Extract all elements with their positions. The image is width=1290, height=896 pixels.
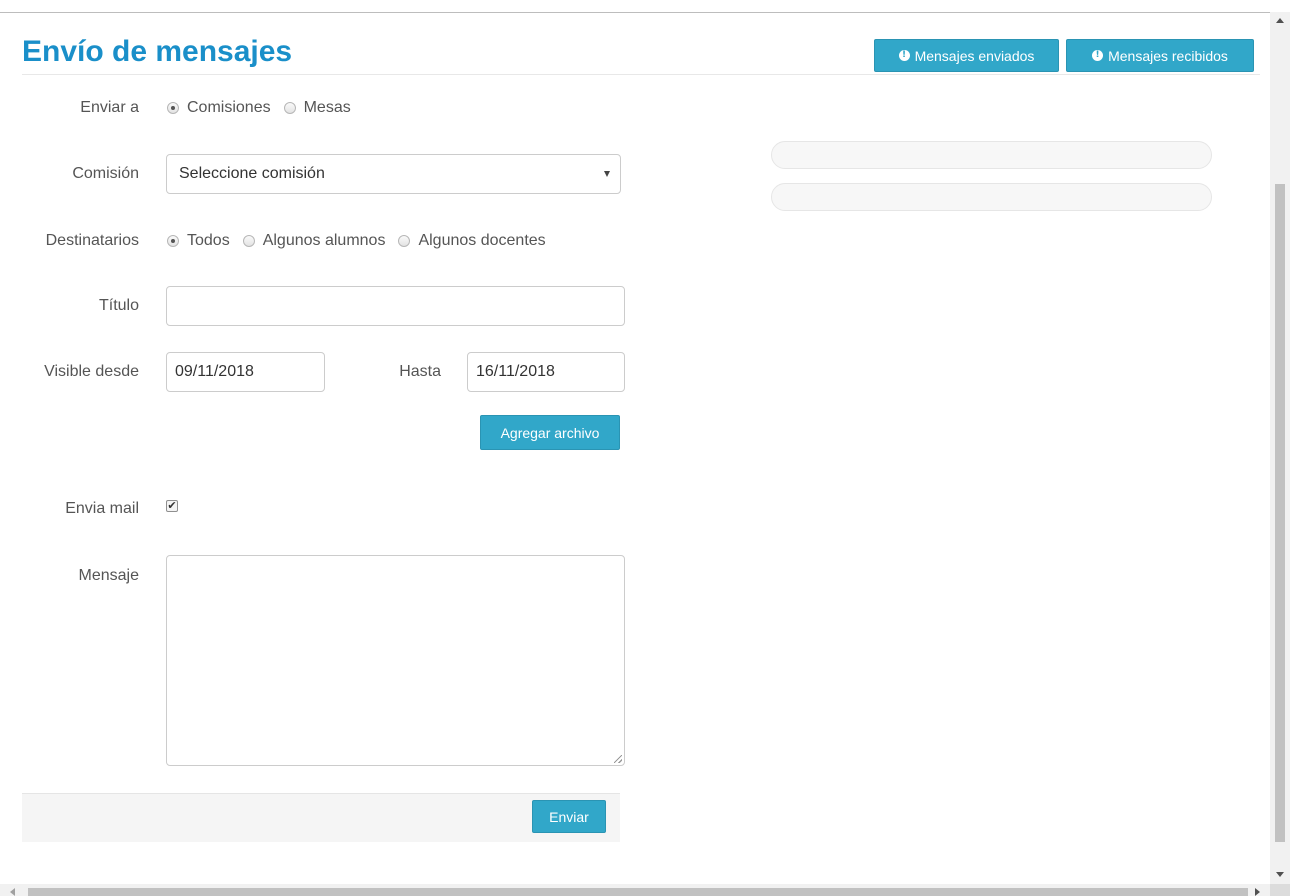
- recipients-option-label: Algunos docentes: [418, 232, 546, 249]
- recipients-option-some-students[interactable]: Algunos alumnos: [242, 231, 386, 251]
- send-to-label: Enviar a: [80, 99, 139, 116]
- header-divider: [22, 74, 1260, 75]
- sent-messages-button[interactable]: ! Mensajes enviados: [874, 39, 1059, 72]
- caret-down-icon: [604, 171, 610, 177]
- visible-from-label: Visible desde: [44, 363, 139, 380]
- right-panel-bar-2: [771, 183, 1212, 211]
- radio-selected-icon[interactable]: [167, 102, 179, 114]
- scroll-left-arrow-icon[interactable]: [10, 888, 15, 896]
- message-label: Mensaje: [78, 567, 139, 584]
- send-to-option-label: Comisiones: [187, 99, 271, 116]
- horizontal-scrollbar[interactable]: [0, 884, 1270, 896]
- message-textarea[interactable]: [166, 555, 625, 766]
- received-messages-button[interactable]: ! Mensajes recibidos: [1066, 39, 1254, 72]
- commission-select[interactable]: Seleccione comisión: [166, 154, 621, 194]
- add-file-button[interactable]: Agregar archivo: [480, 415, 620, 450]
- vertical-scrollbar[interactable]: [1270, 12, 1290, 884]
- scroll-up-arrow-icon[interactable]: [1276, 18, 1284, 23]
- send-mail-label: Envia mail: [65, 500, 139, 517]
- title-label: Título: [98, 297, 139, 314]
- until-label: Hasta: [399, 363, 441, 380]
- recipients-radio-group: Todos Algunos alumnos Algunos docentes: [167, 231, 559, 251]
- radio-unselected-icon[interactable]: [242, 235, 255, 247]
- recipients-option-label: Algunos alumnos: [262, 232, 386, 249]
- send-to-option-tables[interactable]: Mesas: [283, 98, 351, 118]
- vertical-scrollbar-thumb[interactable]: [1275, 184, 1285, 842]
- visible-from-date-input[interactable]: 09/11/2018: [166, 352, 325, 392]
- right-panel-bar-1: [771, 141, 1212, 169]
- send-to-option-label: Mesas: [303, 99, 351, 116]
- commission-select-value: Seleccione comisión: [179, 165, 325, 182]
- scroll-right-arrow-icon[interactable]: [1255, 888, 1260, 896]
- send-to-radio-group: Comisiones Mesas: [167, 98, 364, 118]
- send-button[interactable]: Enviar: [532, 800, 606, 833]
- scrollbar-corner: [1270, 884, 1290, 896]
- page-title: Envío de mensajes: [22, 35, 293, 68]
- horizontal-scrollbar-thumb[interactable]: [28, 888, 1248, 896]
- recipients-option-label: Todos: [187, 232, 230, 249]
- received-messages-label: Mensajes recibidos: [1108, 47, 1228, 64]
- info-circle-icon: !: [898, 50, 910, 61]
- until-date-input[interactable]: 16/11/2018: [467, 352, 625, 392]
- recipients-option-some-teachers[interactable]: Algunos docentes: [398, 231, 546, 251]
- send-to-option-commissions[interactable]: Comisiones: [167, 98, 271, 118]
- resize-grip-icon[interactable]: [614, 755, 622, 763]
- info-circle-icon: !: [1092, 50, 1104, 61]
- form-footer: [22, 793, 620, 842]
- top-border: [0, 12, 1270, 13]
- send-mail-checkbox[interactable]: ✔: [166, 500, 178, 512]
- recipients-option-all[interactable]: Todos: [167, 231, 230, 251]
- title-input[interactable]: [166, 286, 625, 326]
- radio-selected-icon[interactable]: [167, 235, 179, 247]
- checkmark-icon: ✔: [167, 499, 177, 512]
- commission-label: Comisión: [72, 165, 139, 182]
- scroll-down-arrow-icon[interactable]: [1276, 872, 1284, 877]
- sent-messages-label: Mensajes enviados: [914, 47, 1035, 64]
- recipients-label: Destinatarios: [45, 232, 139, 249]
- radio-unselected-icon[interactable]: [283, 102, 296, 114]
- radio-unselected-icon[interactable]: [398, 235, 411, 247]
